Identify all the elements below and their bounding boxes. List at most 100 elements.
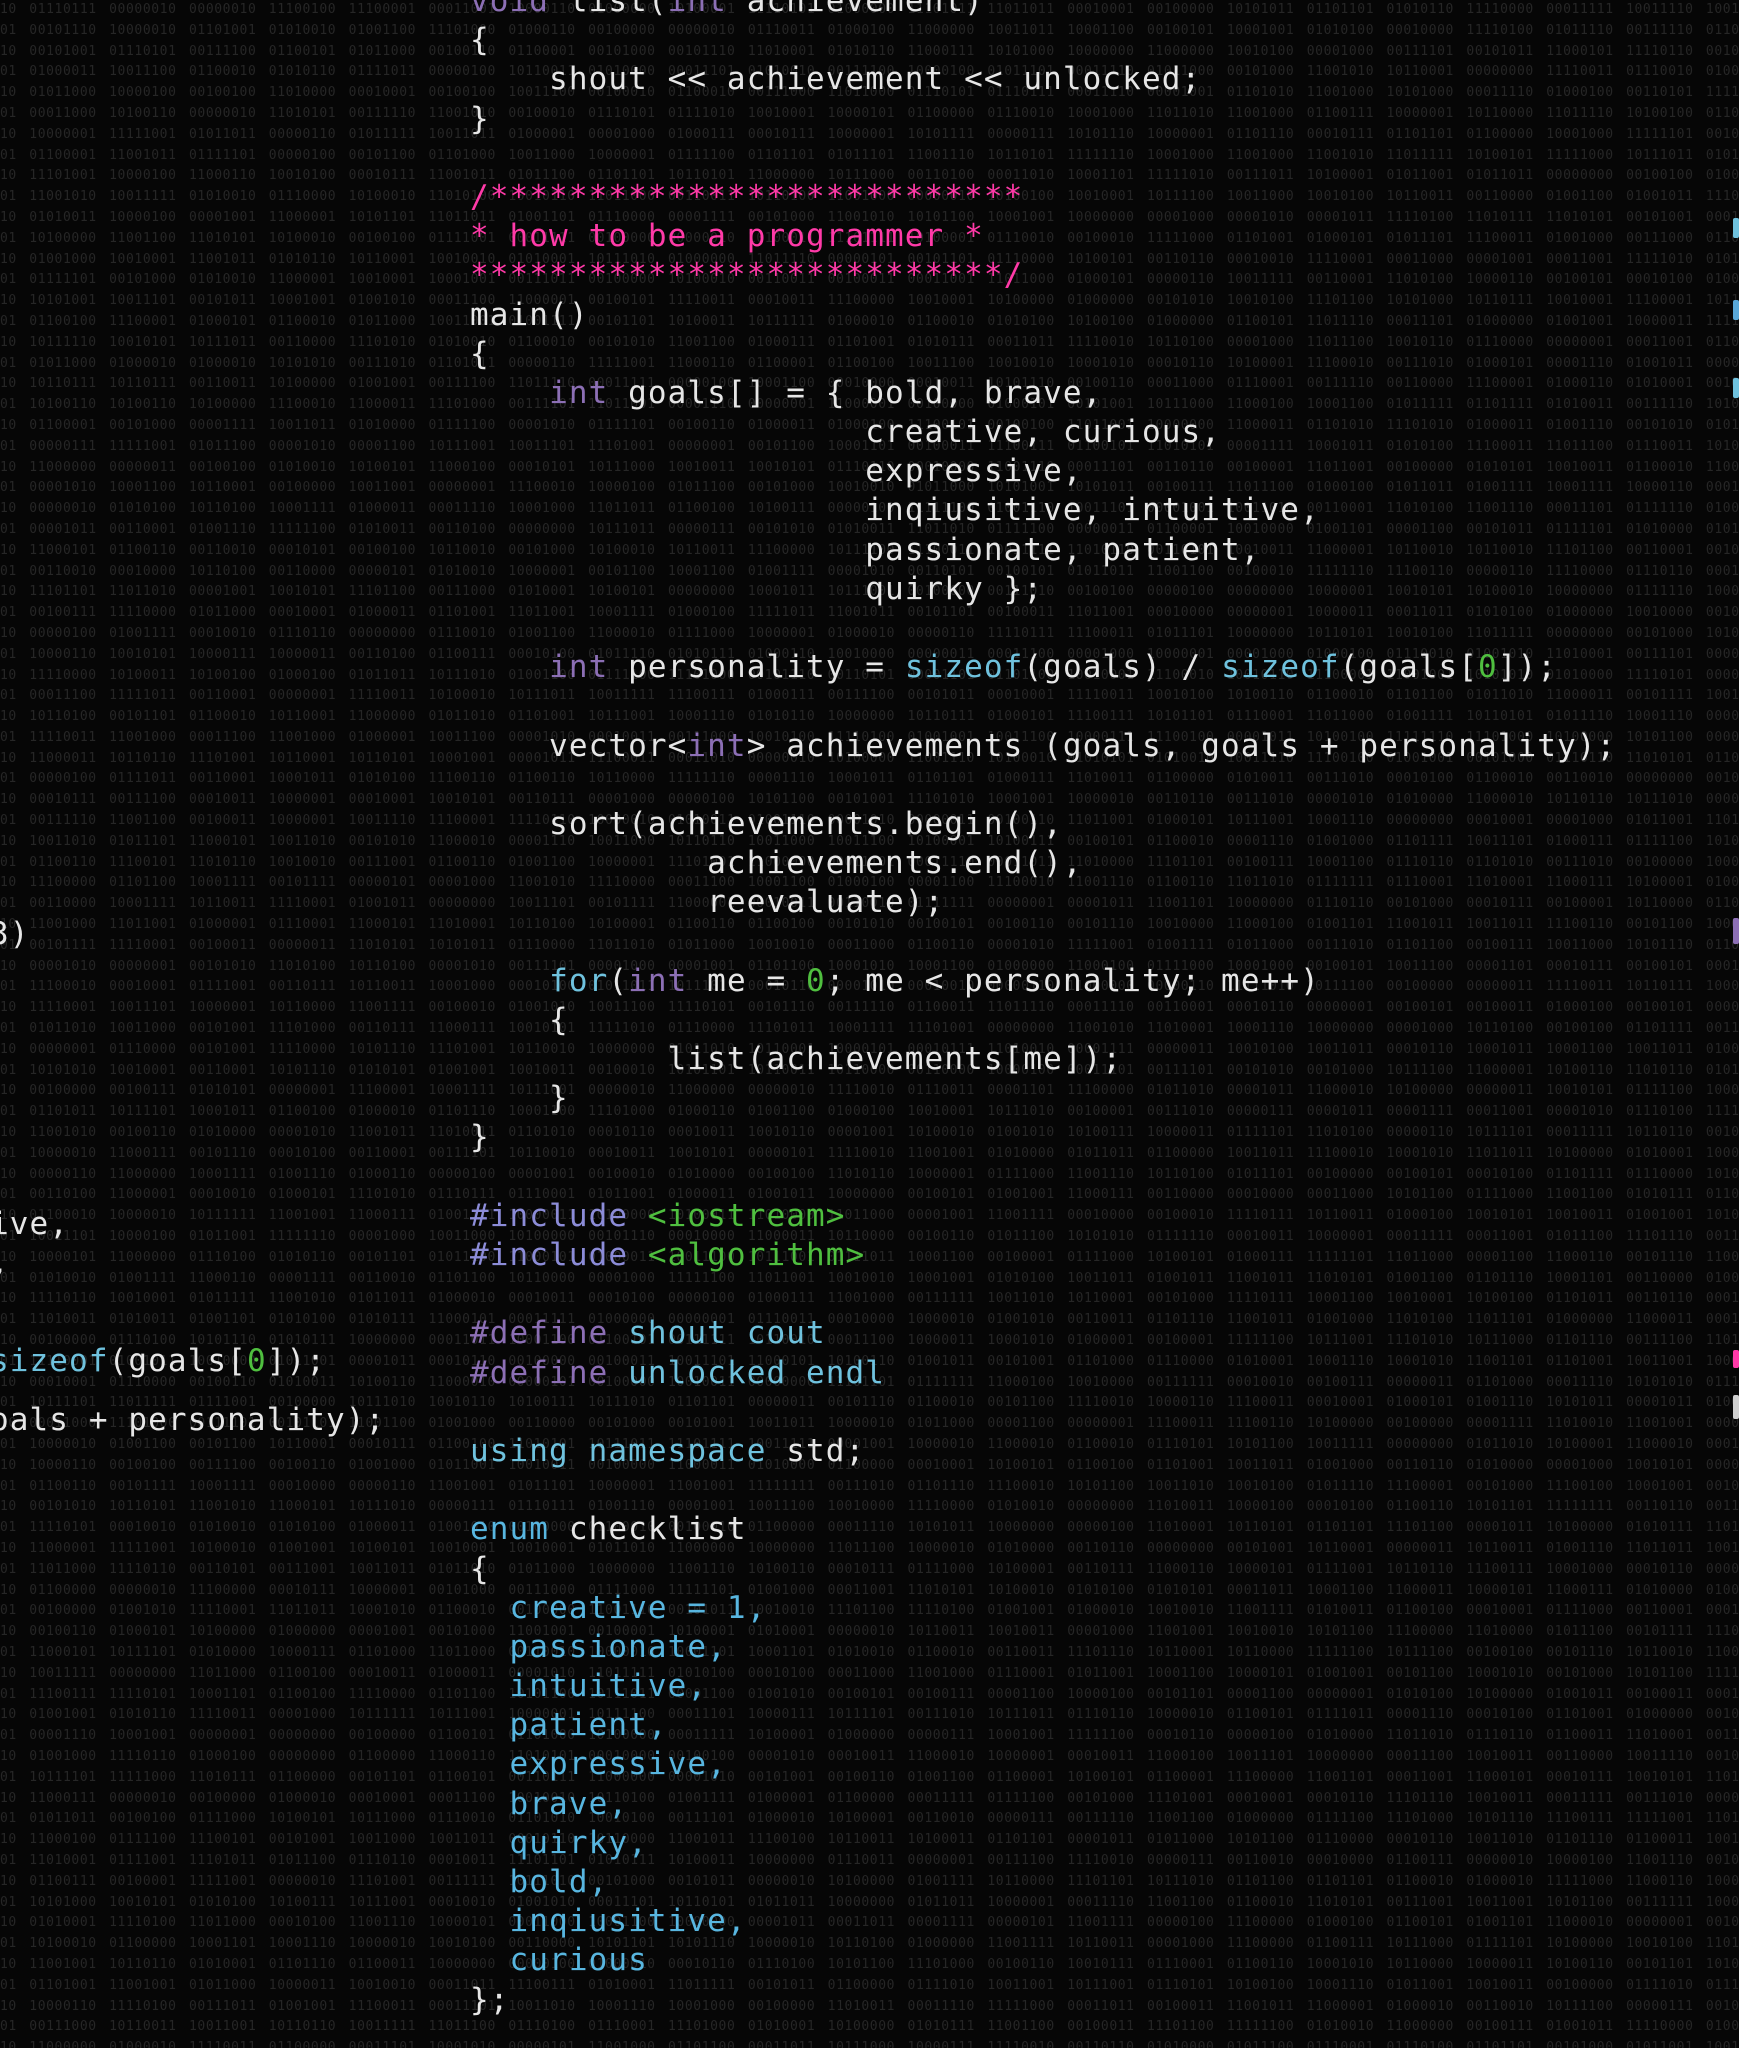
code-token: expressive, xyxy=(470,453,1083,490)
code-token: list(achievements[me]); xyxy=(470,1041,1123,1078)
code-token: } xyxy=(470,1080,569,1117)
code-line-partial: , xyxy=(0,1244,10,1283)
code-line: list(achievements[me]); xyxy=(470,1040,1616,1079)
code-token: * how to be a programmer * xyxy=(470,218,984,255)
code-line: intuitive, xyxy=(470,1667,1616,1706)
code-token: #define xyxy=(470,1354,609,1391)
code-token: creative = 1, xyxy=(509,1589,767,1626)
code-line: expressive, xyxy=(470,452,1616,491)
code-line: inqiusitive, intuitive, xyxy=(470,491,1616,530)
code-token: inqiusitive, intuitive, xyxy=(470,492,1320,529)
code-token: ; me < personality; me++) xyxy=(825,962,1320,999)
code-line: #include <algorithm> xyxy=(470,1236,1616,1275)
code-line: inqiusitive, xyxy=(470,1902,1616,1941)
code-line: } xyxy=(470,1118,1616,1157)
code-token: <iostream> xyxy=(647,1197,846,1234)
code-token: { xyxy=(470,1550,490,1587)
code-line: sort(achievements.begin(), xyxy=(470,805,1616,844)
edge-mark-blue xyxy=(1733,300,1739,320)
code-line: #include <iostream> xyxy=(470,1197,1616,1236)
code-token: <algorithm> xyxy=(647,1237,866,1273)
code-line: #define shout cout xyxy=(470,1314,1616,1353)
code-line: quirky, xyxy=(470,1824,1616,1863)
code-line: ***************************/ xyxy=(470,256,1616,295)
code-line: enum checklist xyxy=(470,1510,1616,1549)
code-token: passionate, xyxy=(509,1628,727,1665)
code-token: int xyxy=(549,649,609,686)
left-token: oals + personality); xyxy=(0,1402,386,1439)
code-token: expressive, xyxy=(509,1746,727,1783)
code-line-partial: 3) xyxy=(0,915,30,954)
code-line: bold, xyxy=(470,1863,1616,1902)
code-line: * how to be a programmer * xyxy=(470,217,1616,256)
left-token: ]); xyxy=(266,1343,327,1380)
code-line: shout << achievement << unlocked; xyxy=(470,60,1616,99)
edge-mark-purple xyxy=(1733,918,1739,944)
code-token: int xyxy=(549,374,609,411)
code-token: vector< xyxy=(470,727,688,764)
code-token: using namespace xyxy=(470,1432,767,1469)
left-token: sizeof xyxy=(0,1343,109,1380)
code-token: brave, xyxy=(509,1785,629,1822)
code-line: /*************************** xyxy=(470,178,1616,217)
code-token: shout cout xyxy=(628,1315,826,1352)
code-line: { xyxy=(470,21,1616,60)
left-token: , xyxy=(0,1245,10,1281)
code-token: 0 xyxy=(1478,649,1498,686)
code-token: (goals[ xyxy=(1339,649,1479,686)
code-token: std; xyxy=(766,1432,866,1469)
code-line: reevaluate); xyxy=(470,883,1616,922)
code-token: for xyxy=(549,962,609,999)
code-line: patient, xyxy=(470,1706,1616,1745)
left-token: ive, xyxy=(0,1206,70,1243)
code-token: intuitive, xyxy=(509,1668,708,1705)
code-line: creative, curious, xyxy=(470,413,1616,452)
code-token: passionate, patient, xyxy=(470,531,1261,568)
code-token: int xyxy=(667,0,727,19)
code-token: achievements.end(), xyxy=(470,845,1083,882)
left-token: 3) xyxy=(0,915,30,952)
code-line: curious xyxy=(470,1941,1616,1980)
code-line: creative = 1, xyxy=(470,1589,1616,1628)
code-line: passionate, patient, xyxy=(470,531,1616,570)
code-token: shout << achievement << unlocked; xyxy=(470,61,1202,98)
code-line: { xyxy=(470,1550,1616,1589)
edge-mark-gray xyxy=(1733,1395,1739,1419)
left-token: (goals[ xyxy=(108,1343,247,1380)
code-line: int goals[] = { bold, brave, xyxy=(470,374,1616,413)
code-token: patient, xyxy=(509,1707,668,1744)
code-block-main: void list(int achievement){ shout << ach… xyxy=(470,0,1616,2020)
code-line: passionate, xyxy=(470,1628,1616,1667)
code-token: main() xyxy=(470,296,589,333)
code-token: inqiusitive, xyxy=(509,1903,747,1940)
code-line: } xyxy=(470,100,1616,139)
code-token: }; xyxy=(470,1981,510,2018)
code-line-partial: sizeof(goals[0]); xyxy=(0,1342,326,1381)
edge-mark-blue xyxy=(1733,218,1739,238)
code-token: > achievements (goals, goals + personali… xyxy=(746,727,1617,764)
code-line: expressive, xyxy=(470,1745,1616,1784)
code-token: me = xyxy=(687,962,807,999)
code-line: quirky }; xyxy=(470,570,1616,609)
code-token: #include xyxy=(470,1197,629,1234)
code-token: enum xyxy=(470,1511,550,1548)
code-line: { xyxy=(470,1001,1616,1040)
